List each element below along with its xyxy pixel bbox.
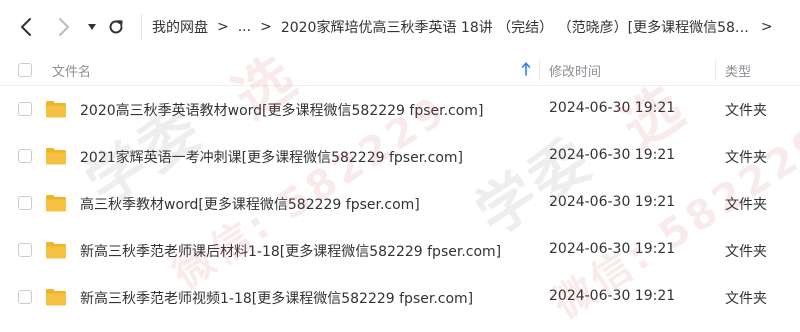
toolbar: 我的网盘 > ... > 2020家辉培优高三秋季英语 18讲 （完结） （范晓… [0, 0, 800, 54]
breadcrumb-ellipsis[interactable]: ... [238, 19, 251, 35]
file-list-header: 文件名 修改时间 类型 [0, 54, 800, 86]
file-modified: 2024-06-30 19:21 [549, 288, 676, 304]
column-divider[interactable] [715, 59, 716, 81]
folder-icon [46, 289, 66, 306]
folder-icon [46, 242, 66, 259]
row-checkbox[interactable] [18, 290, 32, 304]
refresh-button[interactable] [106, 17, 126, 37]
row-checkbox[interactable] [18, 243, 32, 257]
file-type: 文件夹 [725, 197, 767, 213]
file-name[interactable]: 新高三秋季范老师视频1-18[更多课程微信582229 fpser.com] [80, 288, 473, 308]
sort-ascending-icon[interactable] [521, 62, 531, 76]
breadcrumb-root[interactable]: 我的网盘 [152, 17, 208, 37]
row-checkbox[interactable] [18, 149, 32, 163]
chevron-right-icon [59, 18, 69, 36]
file-modified: 2024-06-30 19:21 [549, 194, 676, 210]
folder-icon [46, 101, 66, 118]
folder-icon [46, 148, 66, 165]
forward-button[interactable] [54, 17, 74, 37]
file-type: 文件夹 [725, 103, 767, 119]
column-header-modified[interactable]: 修改时间 [549, 61, 601, 80]
file-row[interactable]: 新高三秋季范老师课后材料1-18[更多课程微信582229 fpser.com]… [0, 227, 800, 274]
column-header-type[interactable]: 类型 [725, 61, 751, 80]
breadcrumb-separator-icon: > [217, 19, 229, 35]
breadcrumb-more-icon[interactable]: > [761, 19, 773, 35]
column-header-name[interactable]: 文件名 [52, 61, 91, 80]
history-dropdown-button[interactable] [82, 17, 102, 37]
file-name[interactable]: 2020高三秋季英语教材word[更多课程微信582229 fpser.com] [80, 100, 483, 120]
refresh-icon [109, 20, 123, 34]
breadcrumb: 我的网盘 > ... > 2020家辉培优高三秋季英语 18讲 （完结） （范晓… [152, 0, 800, 54]
file-modified: 2024-06-30 19:21 [549, 147, 676, 163]
breadcrumb-current[interactable]: 2020家辉培优高三秋季英语 18讲 （完结） （范晓彦）[更多课程微信5822… [281, 17, 751, 37]
file-name[interactable]: 2021家辉英语一考冲刺课[更多课程微信582229 fpser.com] [80, 147, 463, 167]
file-type: 文件夹 [725, 291, 767, 307]
breadcrumb-separator-icon: > [260, 19, 272, 35]
file-row[interactable]: 2021家辉英语一考冲刺课[更多课程微信582229 fpser.com] 20… [0, 133, 800, 180]
file-row[interactable]: 2020高三秋季英语教材word[更多课程微信582229 fpser.com]… [0, 86, 800, 133]
back-button[interactable] [16, 17, 36, 37]
chevron-left-icon [21, 18, 31, 36]
row-checkbox[interactable] [18, 102, 32, 116]
file-type: 文件夹 [725, 150, 767, 166]
file-row[interactable]: 高三秋季教材word[更多课程微信582229 fpser.com] 2024-… [0, 180, 800, 227]
caret-down-icon [88, 24, 96, 30]
file-modified: 2024-06-30 19:21 [549, 100, 676, 116]
folder-icon [46, 195, 66, 212]
select-all-checkbox[interactable] [18, 63, 32, 77]
file-name[interactable]: 高三秋季教材word[更多课程微信582229 fpser.com] [80, 194, 420, 214]
file-name[interactable]: 新高三秋季范老师课后材料1-18[更多课程微信582229 fpser.com] [80, 241, 501, 261]
column-divider[interactable] [539, 59, 540, 81]
file-modified: 2024-06-30 19:21 [549, 241, 676, 257]
row-checkbox[interactable] [18, 196, 32, 210]
file-row[interactable]: 新高三秋季范老师视频1-18[更多课程微信582229 fpser.com] 2… [0, 274, 800, 321]
toolbar-divider [141, 14, 142, 40]
file-type: 文件夹 [725, 244, 767, 260]
